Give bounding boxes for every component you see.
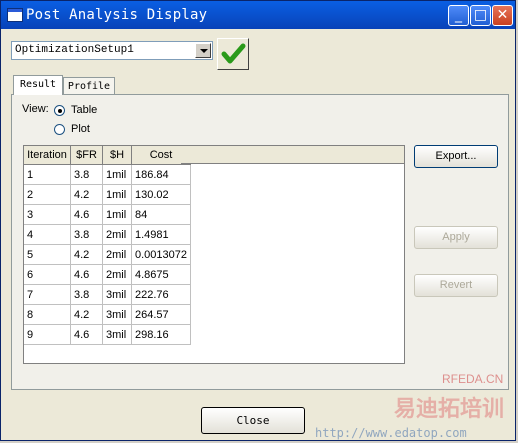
- table-row[interactable]: 2 4.2 1mil 130.02: [24, 184, 191, 205]
- cell-h: 2mil: [102, 224, 132, 245]
- table-header-row: Iteration $FR $H Cost: [24, 146, 191, 165]
- cell-h: 2mil: [102, 264, 132, 285]
- radio-plot[interactable]: [54, 124, 65, 135]
- cell-h: 3mil: [102, 284, 132, 305]
- window-icon: [7, 8, 23, 22]
- radio-plot-label[interactable]: Plot: [71, 123, 90, 135]
- watermark-chinese: 易迪拓培训: [393, 397, 504, 422]
- table-row[interactable]: 4 3.8 2mil 1.4981: [24, 224, 191, 245]
- cell-cost: 0.0013072: [131, 244, 191, 265]
- watermark-url: http://www.edatop.com: [315, 426, 467, 440]
- cell-fr: 4.2: [70, 304, 103, 325]
- cell-iteration: 5: [24, 244, 71, 265]
- close-window-button[interactable]: ✕: [492, 5, 513, 26]
- table-row[interactable]: 9 4.6 3mil 298.16: [24, 324, 191, 345]
- cell-h: 3mil: [102, 304, 132, 325]
- cell-fr: 4.6: [70, 264, 103, 285]
- table-row[interactable]: 1 3.8 1mil 186.84: [24, 164, 191, 185]
- cell-cost: 186.84: [131, 164, 191, 185]
- cell-fr: 3.8: [70, 224, 103, 245]
- setup-select[interactable]: OptimizationSetup1: [11, 41, 213, 60]
- view-label: View:: [22, 103, 49, 115]
- setup-select-value: OptimizationSetup1: [15, 44, 134, 56]
- chevron-down-icon[interactable]: [195, 43, 211, 58]
- cell-h: 1mil: [102, 164, 132, 185]
- cell-iteration: 2: [24, 184, 71, 205]
- radio-table[interactable]: [54, 105, 65, 116]
- export-button[interactable]: Export...: [414, 145, 498, 168]
- cell-iteration: 9: [24, 324, 71, 345]
- cell-cost: 264.57: [131, 304, 191, 325]
- watermark-rfeda: RFEDA.CN: [442, 372, 504, 386]
- cell-iteration: 4: [24, 224, 71, 245]
- cell-fr: 4.6: [70, 204, 103, 225]
- cell-iteration: 8: [24, 304, 71, 325]
- table-row[interactable]: 6 4.6 2mil 4.8675: [24, 264, 191, 285]
- dialog-content: OptimizationSetup1 Result Profile View: …: [5, 31, 512, 440]
- table-header-filler: [181, 146, 404, 164]
- column-header-iteration[interactable]: Iteration: [24, 146, 71, 165]
- cell-fr: 3.8: [70, 284, 103, 305]
- close-button[interactable]: Close: [201, 407, 305, 434]
- cell-iteration: 1: [24, 164, 71, 185]
- apply-setup-button[interactable]: [217, 38, 249, 70]
- apply-button[interactable]: Apply: [414, 226, 498, 249]
- cell-cost: 130.02: [131, 184, 191, 205]
- table-row[interactable]: 5 4.2 2mil 0.0013072: [24, 244, 191, 265]
- cell-fr: 4.2: [70, 244, 103, 265]
- tab-result[interactable]: Result: [13, 75, 63, 95]
- cell-h: 2mil: [102, 244, 132, 265]
- results-table[interactable]: Iteration $FR $H Cost 1 3.8 1mil 186.84 2 4.…: [23, 145, 405, 364]
- radio-table-label[interactable]: Table: [71, 104, 97, 116]
- revert-button[interactable]: Revert: [414, 274, 498, 297]
- cell-h: 3mil: [102, 324, 132, 345]
- table-row[interactable]: 7 3.8 3mil 222.76: [24, 284, 191, 305]
- maximize-button[interactable]: □: [470, 5, 491, 26]
- cell-cost: 298.16: [131, 324, 191, 345]
- cell-iteration: 7: [24, 284, 71, 305]
- cell-cost: 84: [131, 204, 191, 225]
- cell-cost: 222.76: [131, 284, 191, 305]
- results-grid: Iteration $FR $H Cost 1 3.8 1mil 186.84 2 4.…: [24, 146, 191, 345]
- post-analysis-window: Post Analysis Display _ □ ✕ Optimization…: [0, 0, 516, 441]
- cell-fr: 4.2: [70, 184, 103, 205]
- cell-iteration: 3: [24, 204, 71, 225]
- checkmark-icon: [221, 43, 246, 64]
- cell-iteration: 6: [24, 264, 71, 285]
- cell-cost: 1.4981: [131, 224, 191, 245]
- minimize-button[interactable]: _: [448, 5, 469, 26]
- window-title: Post Analysis Display: [26, 7, 208, 23]
- column-header-fr[interactable]: $FR: [70, 146, 103, 165]
- cell-h: 1mil: [102, 204, 132, 225]
- cell-fr: 3.8: [70, 164, 103, 185]
- table-row[interactable]: 3 4.6 1mil 84: [24, 204, 191, 225]
- cell-fr: 4.6: [70, 324, 103, 345]
- title-bar[interactable]: Post Analysis Display _ □ ✕: [1, 1, 515, 29]
- cell-cost: 4.8675: [131, 264, 191, 285]
- cell-h: 1mil: [102, 184, 132, 205]
- column-header-h[interactable]: $H: [102, 146, 132, 165]
- tab-profile[interactable]: Profile: [63, 77, 115, 95]
- table-row[interactable]: 8 4.2 3mil 264.57: [24, 304, 191, 325]
